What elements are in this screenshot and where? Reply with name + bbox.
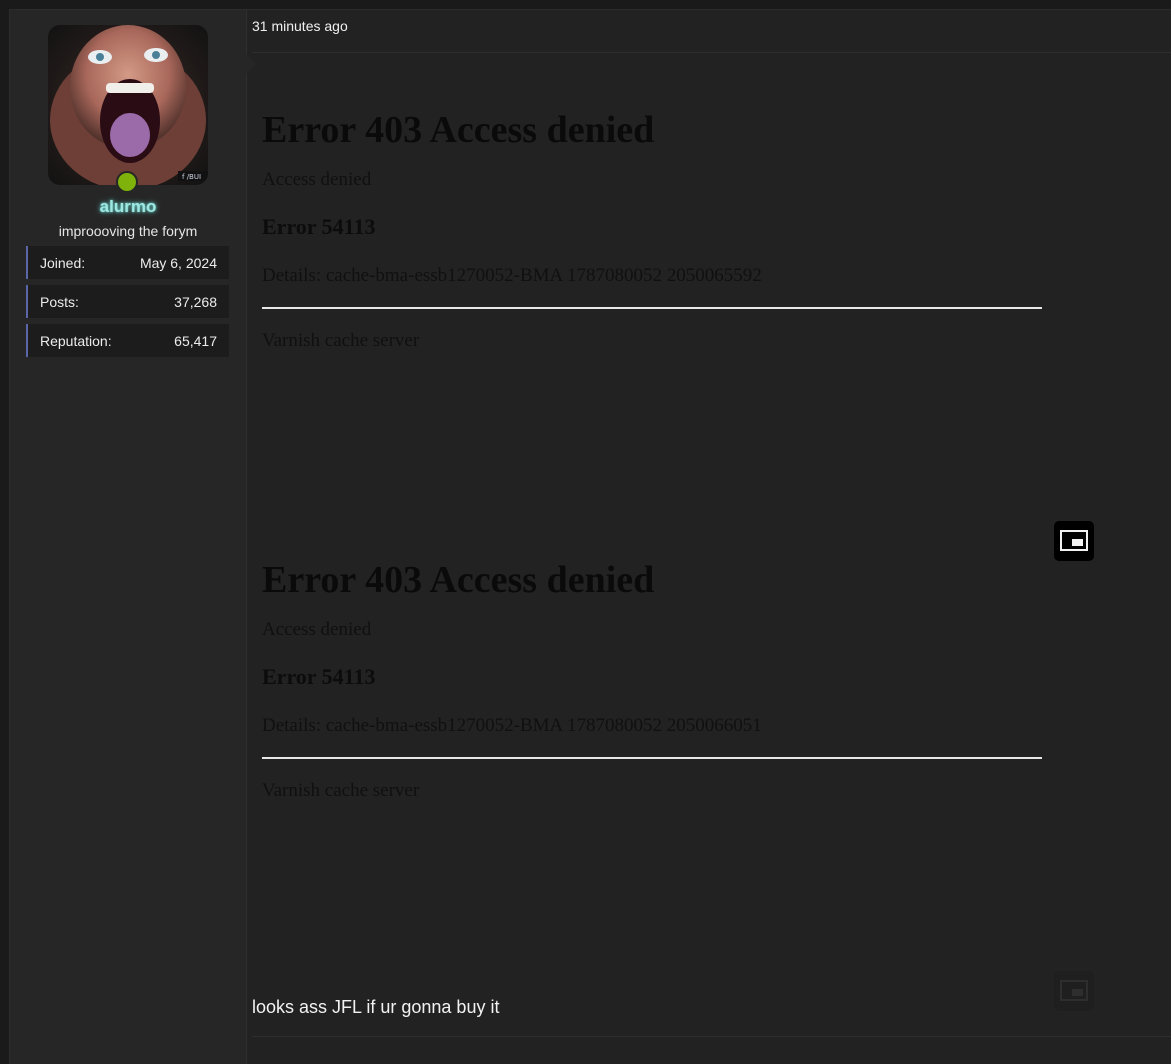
- embed-divider: [262, 307, 1042, 309]
- picture-in-picture-button[interactable]: [1054, 971, 1094, 1011]
- picture-in-picture-button[interactable]: [1054, 521, 1094, 561]
- stat-value: 37,268: [174, 294, 217, 310]
- online-status-indicator: [116, 171, 138, 193]
- embed-heading: Error 403 Access denied: [262, 109, 655, 151]
- stat-label: Posts:: [40, 294, 79, 310]
- forum-post: f /BUI alurmo improooving the forym Join…: [9, 9, 1171, 1064]
- embed-divider: [262, 757, 1042, 759]
- embed-details: Details: cache-bma-essb1270052-BMA 17870…: [262, 715, 762, 736]
- avatar[interactable]: f /BUI: [48, 25, 208, 193]
- divider: [252, 52, 1171, 53]
- embed-footer: Varnish cache server: [262, 780, 420, 801]
- stat-posts: Posts: 37,268: [26, 285, 229, 318]
- picture-in-picture-icon: [1060, 530, 1088, 551]
- avatar-photo-icon: f /BUI: [48, 25, 208, 185]
- embed-text: Access denied: [262, 619, 372, 640]
- svg-text:f /BUI: f /BUI: [182, 173, 201, 181]
- embed-heading: Error 403 Access denied: [262, 559, 655, 601]
- embed-text: Access denied: [262, 169, 372, 190]
- stat-label: Reputation:: [40, 333, 112, 349]
- embed-details: Details: cache-bma-essb1270052-BMA 17870…: [262, 265, 762, 286]
- embed-subheading: Error 54113: [262, 214, 376, 239]
- divider: [252, 1036, 1171, 1037]
- username[interactable]: alurmo: [10, 197, 246, 217]
- stat-value: May 6, 2024: [139, 255, 217, 271]
- stat-joined: Joined: May 6, 2024: [26, 246, 229, 279]
- picture-in-picture-icon: [1060, 980, 1088, 1001]
- stat-value: 65,417: [174, 333, 217, 349]
- stat-reputation: Reputation: 65,417: [26, 324, 229, 357]
- post-body-text: looks ass JFL if ur gonna buy it: [252, 997, 500, 1017]
- stat-label: Joined:: [40, 255, 86, 271]
- avatar-image[interactable]: f /BUI: [48, 25, 208, 185]
- user-title: improooving the forym: [58, 223, 198, 239]
- embed-footer: Varnish cache server: [262, 330, 420, 351]
- post-timestamp[interactable]: 31 minutes ago: [252, 18, 348, 34]
- user-sidebar: f /BUI alurmo improooving the forym Join…: [10, 10, 256, 1064]
- embed-subheading: Error 54113: [262, 664, 376, 689]
